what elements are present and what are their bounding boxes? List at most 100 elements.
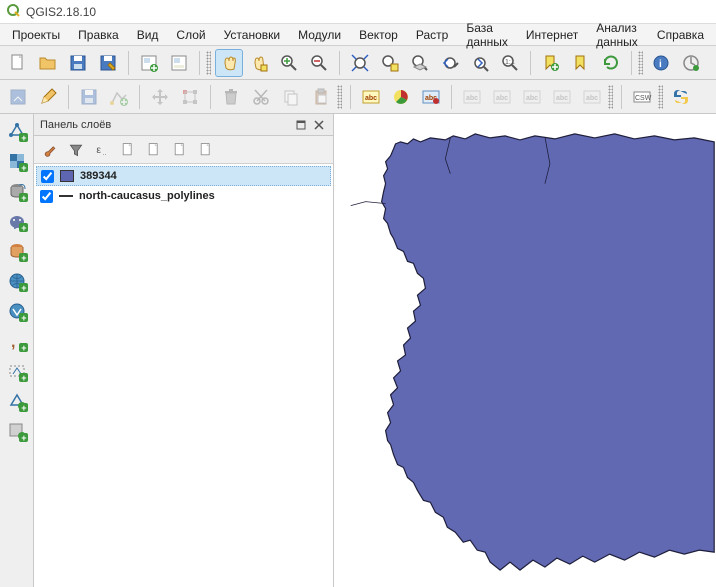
svg-text:abc: abc	[556, 95, 568, 102]
layers-remove-icon[interactable]	[194, 138, 218, 162]
svg-text:abc: abc	[365, 95, 377, 102]
identify-icon[interactable]: i	[647, 49, 675, 77]
zoom-out-icon[interactable]	[305, 49, 333, 77]
layer-style-icon[interactable]	[38, 138, 62, 162]
zoom-selection-icon[interactable]	[376, 49, 404, 77]
toggle-editing-icon[interactable]	[34, 83, 62, 111]
svg-text:CSW: CSW	[635, 95, 652, 102]
label-settings-icon[interactable]	[387, 83, 415, 111]
highlight-labels-icon[interactable]: abc	[417, 83, 445, 111]
open-project-icon[interactable]	[34, 49, 62, 77]
copy-features-icon[interactable]	[277, 83, 305, 111]
layers-panel-header: Панель слоёв	[34, 114, 333, 136]
zoom-in-icon[interactable]	[275, 49, 303, 77]
layers-collapse-icon[interactable]	[168, 138, 192, 162]
menu-растр[interactable]: Растр	[408, 26, 456, 44]
map-region	[334, 114, 716, 587]
filter-legend-icon[interactable]	[64, 138, 88, 162]
add-wms-layer-icon[interactable]	[4, 268, 30, 294]
toolbar-edit-label: abcabcabcabcabcabcabcCSW	[0, 80, 716, 114]
layer-list[interactable]: 389344north-caucasus_polylines	[34, 164, 333, 587]
layer-visibility-checkbox[interactable]	[41, 170, 54, 183]
panel-undock-icon[interactable]	[293, 117, 309, 133]
layers-expand-icon[interactable]	[142, 138, 166, 162]
rotate-label-icon[interactable]: abc	[548, 83, 576, 111]
app-title: QGIS2.18.10	[26, 5, 96, 19]
move-label-icon[interactable]: abc	[518, 83, 546, 111]
menu-вид[interactable]: Вид	[129, 26, 167, 44]
menu-вектор[interactable]: Вектор	[351, 26, 406, 44]
zoom-last-icon[interactable]	[436, 49, 464, 77]
new-shapefile-icon[interactable]	[4, 388, 30, 414]
zoom-next-icon[interactable]	[466, 49, 494, 77]
add-feature-icon[interactable]	[105, 83, 133, 111]
move-feature-icon[interactable]	[146, 83, 174, 111]
new-project-icon[interactable]	[4, 49, 32, 77]
add-virtual-layer-icon[interactable]	[4, 358, 30, 384]
menu-модули[interactable]: Модули	[290, 26, 349, 44]
svg-text:..: ..	[103, 149, 107, 156]
show-bookmarks-icon[interactable]	[567, 49, 595, 77]
layer-polygon-swatch-icon	[60, 170, 74, 182]
svg-text:,: ,	[11, 334, 15, 351]
menu-справка[interactable]: Справка	[649, 26, 712, 44]
menu-анализ данных[interactable]: Анализ данных	[588, 19, 647, 51]
layer-row[interactable]: north-caucasus_polylines	[36, 186, 331, 206]
add-delimited-text-icon[interactable]: ,	[4, 328, 30, 354]
new-geopackage-icon[interactable]	[4, 418, 30, 444]
menu-проекты[interactable]: Проекты	[4, 26, 68, 44]
new-bookmark-icon[interactable]	[537, 49, 565, 77]
svg-text:abc: abc	[526, 95, 538, 102]
add-mssql-layer-icon[interactable]	[4, 238, 30, 264]
layers-panel-title: Панель слоёв	[40, 119, 111, 131]
change-label-icon[interactable]: abc	[578, 83, 606, 111]
composer-manager-icon[interactable]	[165, 49, 193, 77]
panel-close-icon[interactable]	[311, 117, 327, 133]
menu-правка[interactable]: Правка	[70, 26, 127, 44]
save-project-icon[interactable]	[64, 49, 92, 77]
svg-text:ε: ε	[96, 145, 101, 156]
add-vector-layer-icon[interactable]	[4, 118, 30, 144]
show-hide-labels-icon[interactable]: abc	[488, 83, 516, 111]
label-icon[interactable]: abc	[357, 83, 385, 111]
new-print-composer-icon[interactable]	[135, 49, 163, 77]
map-canvas[interactable]	[334, 114, 716, 587]
cut-features-icon[interactable]	[247, 83, 275, 111]
save-layer-edits-icon[interactable]	[75, 83, 103, 111]
save-as-icon[interactable]	[94, 49, 122, 77]
layer-visibility-checkbox[interactable]	[40, 190, 53, 203]
pan-icon[interactable]	[215, 49, 243, 77]
zoom-full-icon[interactable]	[346, 49, 374, 77]
pin-labels-icon[interactable]: abc	[458, 83, 486, 111]
layers-panel: Панель слоёв ε.. 389344north-caucasus_po…	[34, 114, 334, 587]
node-tool-icon[interactable]	[176, 83, 204, 111]
svg-text:abc: abc	[496, 95, 508, 102]
run-feature-action-icon[interactable]	[677, 49, 705, 77]
layer-line-swatch-icon	[59, 195, 73, 197]
add-wfs-layer-icon[interactable]	[4, 298, 30, 324]
menu-база данных[interactable]: База данных	[458, 19, 516, 51]
refresh-icon[interactable]	[597, 49, 625, 77]
qgis-logo-icon	[6, 3, 20, 20]
add-postgis-layer-icon[interactable]	[4, 208, 30, 234]
python-console-icon[interactable]	[667, 83, 695, 111]
toolbar-file-nav: 1:1 i	[0, 46, 716, 80]
current-edits-icon[interactable]	[4, 83, 32, 111]
svg-text:abc: abc	[586, 95, 598, 102]
layer-row[interactable]: 389344	[36, 166, 331, 186]
layers-preset-icon[interactable]	[116, 138, 140, 162]
menu-интернет[interactable]: Интернет	[518, 26, 586, 44]
main-area: , Панель слоёв ε.. 389344north-caucasus_…	[0, 114, 716, 587]
pan-selection-icon[interactable]	[245, 49, 273, 77]
paste-features-icon[interactable]	[307, 83, 335, 111]
zoom-layer-icon[interactable]	[406, 49, 434, 77]
csw-client-icon[interactable]: CSW	[628, 83, 656, 111]
add-spatialite-layer-icon[interactable]	[4, 178, 30, 204]
zoom-native-icon[interactable]: 1:1	[496, 49, 524, 77]
delete-selected-icon[interactable]	[217, 83, 245, 111]
menu-слой[interactable]: Слой	[168, 26, 213, 44]
expression-icon[interactable]: ε..	[90, 138, 114, 162]
add-raster-layer-icon[interactable]	[4, 148, 30, 174]
menu-установки[interactable]: Установки	[216, 26, 288, 44]
svg-text:i: i	[659, 59, 662, 70]
